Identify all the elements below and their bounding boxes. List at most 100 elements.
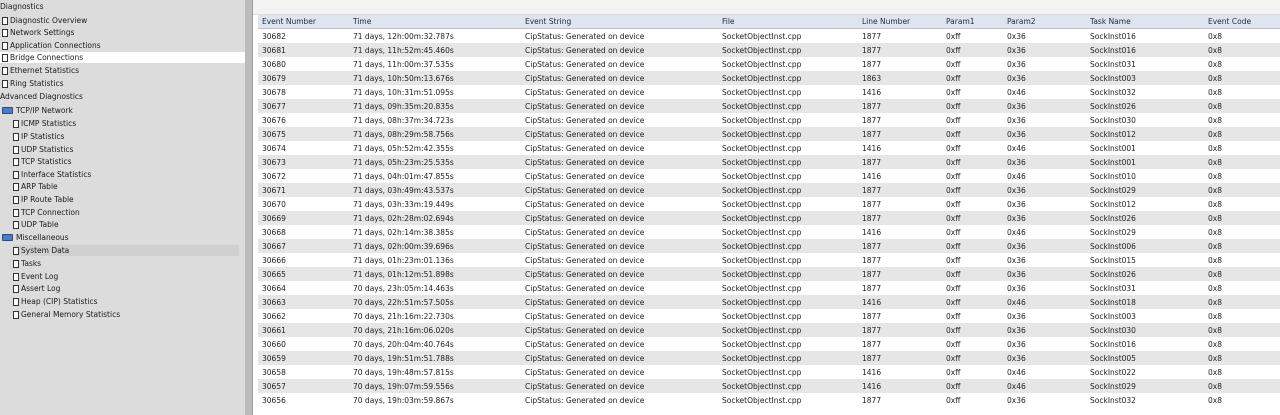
table-row[interactable]: 30681 71 days, 11h:52m:45.460s CipStatus: … xyxy=(258,43,1280,57)
table-row[interactable]: 30679 71 days, 10h:50m:13.676s CipStatus: … xyxy=(258,71,1280,85)
table-row[interactable]: 30661 70 days, 21h:16m:06.020s CipStatus: … xyxy=(258,323,1280,337)
tree-item[interactable]: Bridge Connections xyxy=(0,52,245,63)
table-row[interactable]: 30667 71 days, 02h:00m:39.696s CipStatus: … xyxy=(258,239,1280,253)
tree-item[interactable]: Network Settings xyxy=(2,27,74,38)
document-icon xyxy=(13,272,19,281)
table-cell: 0x8 xyxy=(1204,71,1280,85)
tree-item[interactable]: TCP Statistics xyxy=(13,156,72,167)
column-header[interactable]: Event String xyxy=(521,15,718,29)
tree-item[interactable]: TCP/IP Network xyxy=(2,105,73,116)
tree-item[interactable]: Diagnostic Overview xyxy=(2,15,87,26)
table-row[interactable]: 30659 70 days, 19h:51m:51.788s CipStatus: … xyxy=(258,351,1280,365)
table-row[interactable]: 30675 71 days, 08h:29m:58.756s CipStatus: … xyxy=(258,127,1280,141)
tree-item-label: Miscellaneous xyxy=(16,233,69,242)
column-header[interactable]: Time xyxy=(349,15,521,29)
table-row[interactable]: 30665 71 days, 01h:12m:51.898s CipStatus: … xyxy=(258,267,1280,281)
table-cell: CipStatus: Generated on device xyxy=(521,379,718,393)
table-cell: 0x8 xyxy=(1204,197,1280,211)
table-cell: 0xff xyxy=(942,239,1003,253)
column-header[interactable]: Param2 xyxy=(1003,15,1086,29)
document-icon xyxy=(13,297,19,306)
document-icon xyxy=(13,284,19,293)
table-row[interactable]: 30682 71 days, 12h:00m:32.787s CipStatus: … xyxy=(258,28,1280,43)
document-icon xyxy=(13,132,19,141)
table-row[interactable]: 30666 71 days, 01h:23m:01.136s CipStatus: … xyxy=(258,253,1280,267)
tree-item[interactable]: UDP Table xyxy=(13,219,59,230)
tree-item[interactable]: UDP Statistics xyxy=(13,144,73,155)
tree-item[interactable]: System Data xyxy=(13,245,239,256)
column-header[interactable]: Task Name xyxy=(1086,15,1204,29)
tree-item[interactable]: IP Route Table xyxy=(13,194,74,205)
table-cell: 0xff xyxy=(942,379,1003,393)
document-icon xyxy=(13,119,19,128)
tree-item[interactable]: ICMP Statistics xyxy=(13,118,76,129)
tree-item-label: Assert Log xyxy=(21,284,61,293)
table-cell: 71 days, 08h:37m:34.723s xyxy=(349,113,521,127)
table-cell: CipStatus: Generated on device xyxy=(521,127,718,141)
tree-item[interactable]: Assert Log xyxy=(13,283,60,294)
column-header[interactable]: Event Code xyxy=(1204,15,1280,29)
table-row[interactable]: 30671 71 days, 03h:49m:43.537s CipStatus: … xyxy=(258,183,1280,197)
table-row[interactable]: 30678 71 days, 10h:31m:51.095s CipStatus: … xyxy=(258,85,1280,99)
table-row[interactable]: 30662 70 days, 21h:16m:22.730s CipStatus: … xyxy=(258,309,1280,323)
tree-item-label: IP Statistics xyxy=(21,132,65,141)
tree-item[interactable]: Event Log xyxy=(13,271,58,282)
table-row[interactable]: 30669 71 days, 02h:28m:02.694s CipStatus: … xyxy=(258,211,1280,225)
table-cell: 1877 xyxy=(858,113,942,127)
tree-item[interactable]: ARP Table xyxy=(13,181,58,192)
tree-item[interactable]: Heap (CIP) Statistics xyxy=(13,296,98,307)
table-cell: 0x46 xyxy=(1003,169,1086,183)
table-row[interactable]: 30657 70 days, 19h:07m:59.556s CipStatus: … xyxy=(258,379,1280,393)
table-row[interactable]: 30673 71 days, 05h:23m:25.535s CipStatus: … xyxy=(258,155,1280,169)
tree-item-label: ARP Table xyxy=(21,182,58,191)
table-cell: SocketObjectInst.cpp xyxy=(718,85,858,99)
table-row[interactable]: 30660 70 days, 20h:04m:40.764s CipStatus: … xyxy=(258,337,1280,351)
table-cell: 0x8 xyxy=(1204,127,1280,141)
table-cell: 0xff xyxy=(942,141,1003,155)
table-cell: 0xff xyxy=(942,393,1003,407)
table-cell: SockInst029 xyxy=(1086,183,1204,197)
table-row[interactable]: 30674 71 days, 05h:52m:42.355s CipStatus: … xyxy=(258,141,1280,155)
pane-splitter[interactable] xyxy=(245,0,253,415)
tree-item[interactable]: Ring Statistics xyxy=(2,78,63,89)
document-icon xyxy=(13,259,19,268)
table-row[interactable]: 30672 71 days, 04h:01m:47.855s CipStatus: … xyxy=(258,169,1280,183)
table-cell: 30675 xyxy=(258,127,349,141)
column-header[interactable]: Event Number xyxy=(258,15,349,29)
tree-item[interactable]: Advanced Diagnostics xyxy=(0,91,83,102)
table-cell: 0x36 xyxy=(1003,57,1086,71)
table-row[interactable]: 30676 71 days, 08h:37m:34.723s CipStatus: … xyxy=(258,113,1280,127)
table-cell: 71 days, 10h:50m:13.676s xyxy=(349,71,521,85)
table-row[interactable]: 30656 70 days, 19h:03m:59.867s CipStatus: … xyxy=(258,393,1280,407)
tree-item[interactable]: IP Statistics xyxy=(13,131,64,142)
table-row[interactable]: 30668 71 days, 02h:14m:38.385s CipStatus: … xyxy=(258,225,1280,239)
column-header[interactable]: Line Number xyxy=(858,15,942,29)
table-row[interactable]: 30663 70 days, 22h:51m:57.505s CipStatus: … xyxy=(258,295,1280,309)
tree-item-label: Ethernet Statistics xyxy=(10,66,79,75)
table-row[interactable]: 30658 70 days, 19h:48m:57.815s CipStatus: … xyxy=(258,365,1280,379)
table-cell: 0x8 xyxy=(1204,85,1280,99)
tree-item[interactable]: Application Connections xyxy=(2,40,101,51)
table-cell: SockInst026 xyxy=(1086,267,1204,281)
column-header[interactable]: Param1 xyxy=(942,15,1003,29)
event-log-panel: Event Number Time Event String File Line Num… xyxy=(253,0,1280,415)
tree-item[interactable]: TCP Connection xyxy=(13,207,80,218)
tree-item-label: General Memory Statistics xyxy=(21,310,121,319)
table-cell: SockInst018 xyxy=(1086,295,1204,309)
table-cell: 1877 xyxy=(858,127,942,141)
tree-item[interactable]: Ethernet Statistics xyxy=(2,65,79,76)
table-row[interactable]: 30680 71 days, 11h:00m:37.535s CipStatus: … xyxy=(258,57,1280,71)
table-row[interactable]: 30677 71 days, 09h:35m:20.835s CipStatus: … xyxy=(258,99,1280,113)
tree-item[interactable]: Interface Statistics xyxy=(13,169,91,180)
table-cell: 71 days, 02h:28m:02.694s xyxy=(349,211,521,225)
tree-item[interactable]: Diagnostics xyxy=(0,1,44,12)
tree-item[interactable]: Miscellaneous xyxy=(2,232,69,243)
tree-item[interactable]: General Memory Statistics xyxy=(13,309,120,320)
table-cell: CipStatus: Generated on device xyxy=(521,197,718,211)
tree-item[interactable]: Tasks xyxy=(13,258,41,269)
column-header[interactable]: File xyxy=(718,15,858,29)
table-cell: CipStatus: Generated on device xyxy=(521,393,718,407)
table-cell: 0x8 xyxy=(1204,225,1280,239)
table-row[interactable]: 30670 71 days, 03h:33m:19.449s CipStatus: … xyxy=(258,197,1280,211)
table-row[interactable]: 30664 70 days, 23h:05m:14.463s CipStatus: … xyxy=(258,281,1280,295)
